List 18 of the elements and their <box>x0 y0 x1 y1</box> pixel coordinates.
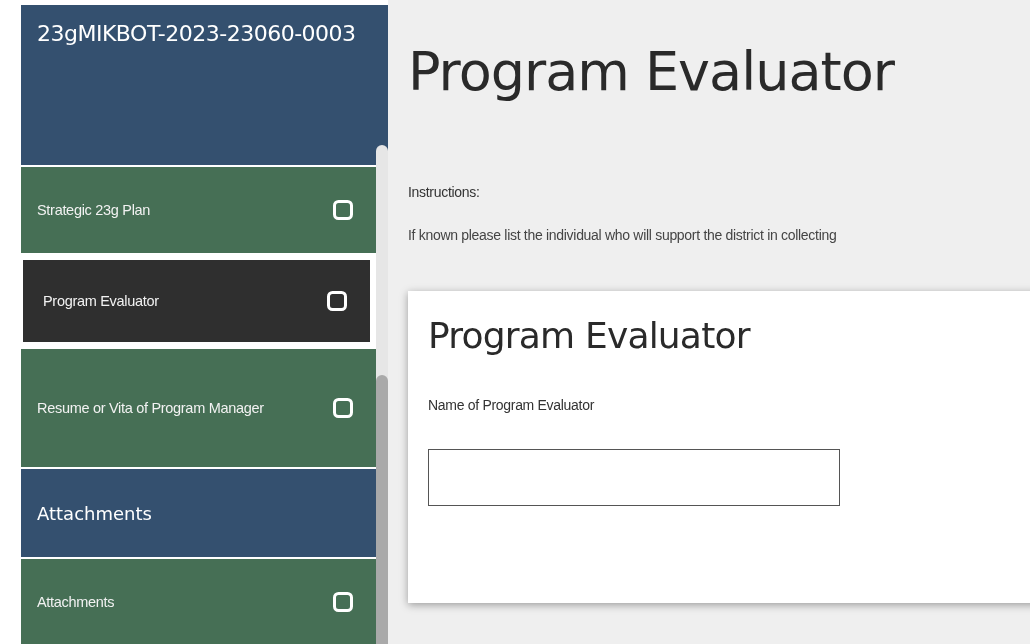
application-id: 23gMIKBOT-2023-23060-0003 <box>37 20 357 48</box>
checkbox-icon[interactable] <box>332 397 354 419</box>
page-title: Program Evaluator <box>408 39 896 105</box>
instructions-text: If known please list the individual who will support the district in collecting <box>408 227 838 243</box>
scrollbar-thumb[interactable] <box>376 375 388 644</box>
checkbox-icon[interactable] <box>332 199 354 221</box>
field-label: Name of Program Evaluator <box>428 397 596 413</box>
sidebar-item[interactable]: Resume or Vita of Program Manager <box>21 349 376 467</box>
scrollbar-track[interactable] <box>376 145 388 644</box>
input-field[interactable] <box>428 449 840 506</box>
checkbox-icon[interactable] <box>326 290 348 312</box>
sidebar-item[interactable]: Attachments <box>21 559 376 644</box>
sidebar-item[interactable]: Program Evaluator <box>21 258 372 344</box>
section-label: Attachments <box>37 502 152 524</box>
instructions-label: Instructions: <box>408 184 481 200</box>
sidebar-item[interactable]: Strategic 23g Plan <box>21 167 376 253</box>
card-title: Program Evaluator <box>428 314 752 358</box>
checkbox-icon[interactable] <box>332 591 354 613</box>
